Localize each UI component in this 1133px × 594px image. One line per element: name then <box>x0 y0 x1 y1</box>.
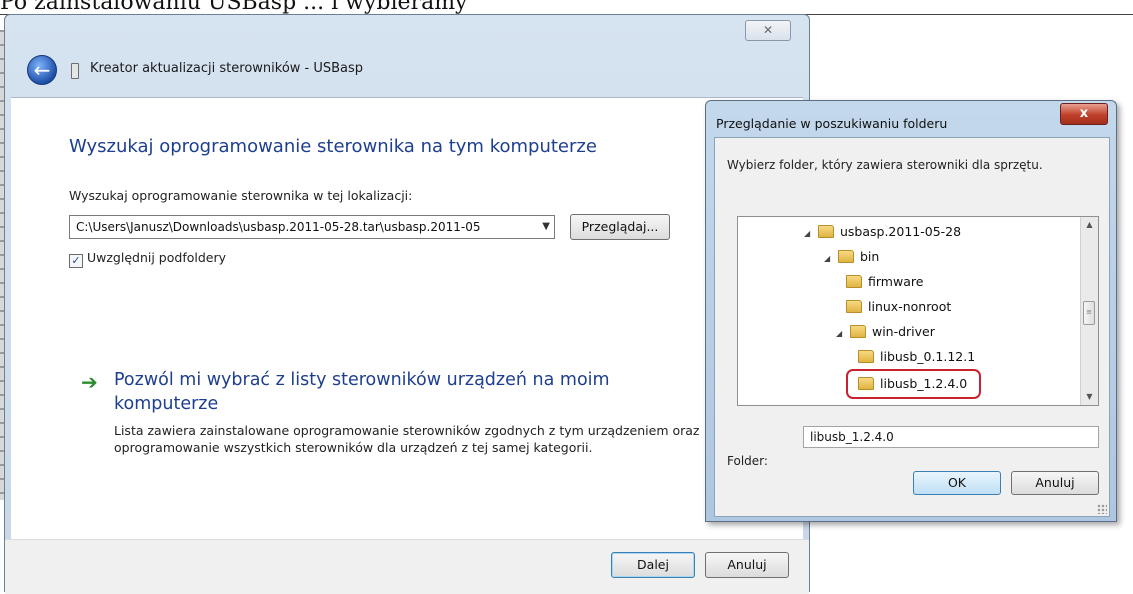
folder-field-label: Folder: <box>727 454 768 468</box>
ok-button[interactable]: OK <box>913 471 1001 495</box>
browse-folder-dialog: Przeglądanie w poszukiwaniu folderu x Wy… <box>705 100 1117 522</box>
location-label: Wyszukaj oprogramowanie sterownika w tej… <box>69 188 413 203</box>
folder-icon <box>817 225 834 238</box>
close-icon: x <box>1079 106 1089 121</box>
dialog-title: Przeglądanie w poszukiwaniu folderu <box>716 116 948 131</box>
dialog-cancel-button[interactable]: Anuluj <box>1011 471 1099 495</box>
tree-scrollbar[interactable]: ▲ ≡ ▼ <box>1080 217 1098 405</box>
tree-item[interactable]: firmware <box>846 271 923 293</box>
include-subfolders-checkbox[interactable]: ✓ <box>69 254 83 268</box>
choose-from-list-link[interactable]: Pozwól mi wybrać z listy sterowników urz… <box>114 368 654 416</box>
include-subfolders-label: Uwzględnij podfoldery <box>87 250 227 265</box>
back-arrow-icon[interactable]: ← <box>27 55 57 85</box>
tree-item-label: firmware <box>868 274 924 289</box>
wizard-cancel-button[interactable]: Anuluj <box>705 552 789 578</box>
browse-button[interactable]: Przeglądaj... <box>570 214 670 240</box>
next-button[interactable]: Dalej <box>611 552 695 578</box>
scroll-down-arrow-icon[interactable]: ▼ <box>1081 389 1098 405</box>
folder-icon <box>858 350 874 363</box>
folder-tree[interactable]: ◢ usbasp.2011-05-28 ◢ bin firmware linux… <box>737 216 1099 406</box>
include-subfolders-row[interactable]: ✓ Uwzględnij podfoldery <box>69 250 226 268</box>
resize-grip[interactable] <box>1097 504 1107 514</box>
expanded-arrow-icon[interactable]: ◢ <box>824 248 834 270</box>
wizard-content: Wyszukaj oprogramowanie sterownika na ty… <box>11 97 803 540</box>
dialog-body: Wybierz folder, który zawiera sterowniki… <box>714 137 1110 517</box>
tree-item[interactable]: linux-nonroot <box>846 296 951 318</box>
close-icon: ✕ <box>762 23 774 37</box>
tree-item-label: usbasp.2011-05-28 <box>839 224 962 239</box>
green-arrow-icon: ➔ <box>81 370 98 394</box>
tree-item[interactable]: ◢ win-driver <box>836 321 935 343</box>
folder-input[interactable]: libusb_1.2.4.0 <box>803 426 1099 448</box>
dialog-close-button[interactable]: x <box>1060 103 1108 125</box>
tree-item-label: win-driver <box>871 324 935 339</box>
tree-item-label: bin <box>859 249 880 264</box>
choose-from-list-description: Lista zawiera zainstalowane oprogramowan… <box>114 423 700 455</box>
folder-icon <box>846 275 862 288</box>
dropdown-arrow-icon[interactable]: ▼ <box>542 216 550 238</box>
tree-item-label: libusb_0.1.12.1 <box>880 349 976 364</box>
wizard-close-button[interactable]: ✕ <box>745 20 791 41</box>
folder-icon <box>849 325 866 338</box>
expanded-arrow-icon[interactable]: ◢ <box>804 223 814 245</box>
tree-item[interactable]: ◢ bin <box>824 246 879 268</box>
usb-device-icon <box>71 63 79 79</box>
driver-path-value: C:\Users\Janusz\Downloads\usbasp.2011-05… <box>76 220 481 234</box>
selection-highlight-ring <box>846 369 981 399</box>
scroll-thumb[interactable]: ≡ <box>1083 301 1095 325</box>
scroll-up-arrow-icon[interactable]: ▲ <box>1081 217 1098 233</box>
folder-icon <box>837 250 854 263</box>
tree-item[interactable]: libusb_0.1.12.1 <box>858 346 975 368</box>
wizard-title: Kreator aktualizacji sterowników - USBas… <box>90 61 364 76</box>
tree-item[interactable]: ◢ usbasp.2011-05-28 <box>804 221 961 243</box>
tree-item-label: linux-nonroot <box>868 299 952 314</box>
page-heading: Wyszukaj oprogramowanie sterownika na ty… <box>69 136 597 157</box>
driver-path-combobox[interactable]: C:\Users\Janusz\Downloads\usbasp.2011-05… <box>69 215 555 239</box>
dialog-description: Wybierz folder, który zawiera sterowniki… <box>727 158 1043 172</box>
document-caption: Po zainstalowaniu USBasp ... i wybieramy <box>0 0 1133 15</box>
driver-update-wizard: ✕ ← Kreator aktualizacji sterowników - U… <box>4 14 810 594</box>
folder-icon <box>846 300 862 313</box>
expanded-arrow-icon[interactable]: ◢ <box>836 323 846 345</box>
